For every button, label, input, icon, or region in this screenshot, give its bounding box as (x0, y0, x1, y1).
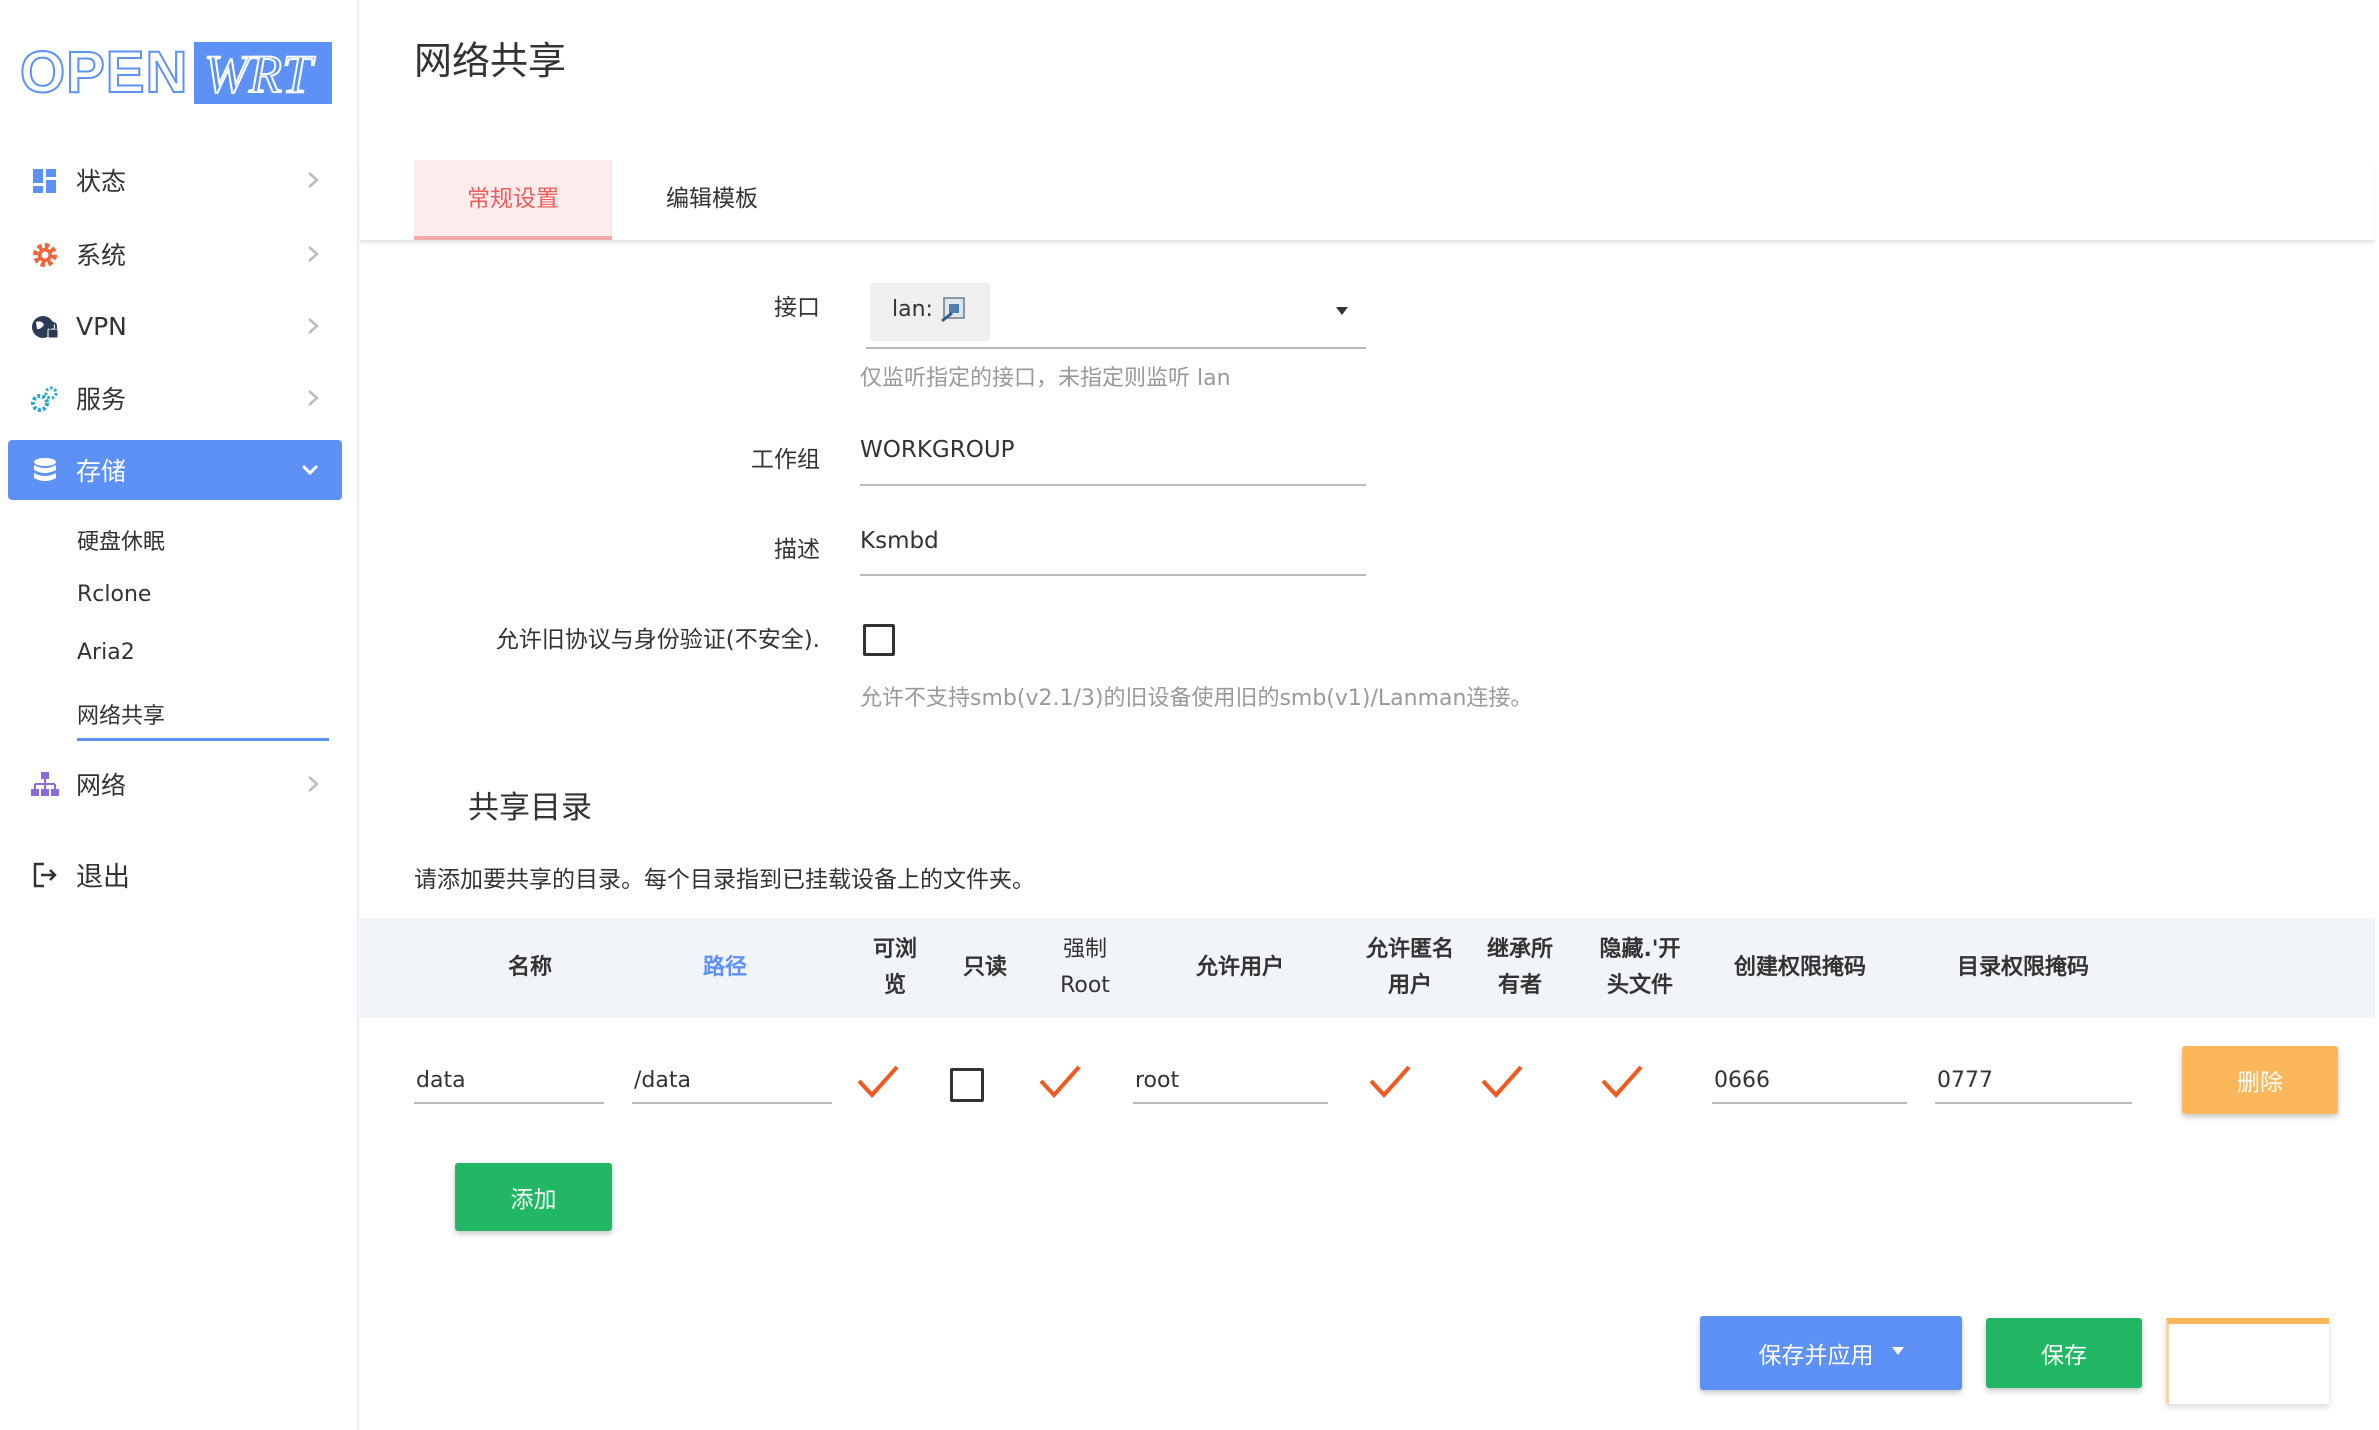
sidebar-item-logout[interactable]: 退出 (8, 844, 342, 904)
sidebar-item-label: VPN (76, 312, 127, 341)
svg-text:WRT: WRT (204, 44, 316, 104)
caret-down-icon (1892, 1347, 1904, 1355)
delete-button[interactable]: 删除 (2182, 1046, 2338, 1114)
share-name-input[interactable]: data (414, 1062, 604, 1104)
save-and-apply-label: 保存并应用 (1759, 1336, 1874, 1370)
create-mask-input[interactable]: 0666 (1712, 1062, 1907, 1104)
sidebar-sub-item-disk-sleep[interactable]: 硬盘休眠 (77, 524, 165, 556)
description-label: 描述 (700, 530, 820, 564)
legacy-auth-label: 允许旧协议与身份验证(不安全). (420, 620, 820, 654)
sidebar-item-status[interactable]: 状态 (8, 150, 342, 210)
sidebar-sub-item-rclone[interactable]: Rclone (77, 582, 151, 607)
sidebar-sub-item-aria2[interactable]: Aria2 (77, 640, 135, 665)
chevron-right-icon (306, 388, 320, 408)
allowed-users-input[interactable]: root (1133, 1062, 1328, 1104)
database-icon (30, 456, 60, 486)
browseable-checkmark-icon[interactable] (856, 1064, 900, 1100)
sidebar-item-label: 网络 (76, 766, 126, 802)
tab-edit-template[interactable]: 编辑模板 (612, 160, 812, 240)
tab-bar: 常规设置 编辑模板 (360, 160, 2375, 242)
column-header-path[interactable]: 路径 (630, 950, 820, 986)
sidebar-item-services[interactable]: 服务 (8, 368, 342, 428)
logout-icon (30, 860, 60, 890)
add-button[interactable]: 添加 (455, 1163, 612, 1231)
tab-general-settings[interactable]: 常规设置 (414, 160, 612, 240)
sidebar-item-label: 系统 (76, 236, 126, 272)
sidebar: OPEN WRT 状态 系统 VPN (0, 0, 359, 1430)
chevron-right-icon (306, 316, 320, 336)
sidebar-item-vpn[interactable]: VPN (8, 296, 342, 356)
legacy-auth-help: 允许不支持smb(v2.1/3)的旧设备使用旧的smb(v1)/Lanman连接… (860, 680, 1532, 712)
reset-button-partial[interactable] (2166, 1318, 2329, 1404)
dir-mask-input[interactable]: 0777 (1935, 1062, 2132, 1104)
sidebar-item-label: 存储 (76, 452, 126, 488)
legacy-auth-checkbox[interactable] (863, 624, 895, 656)
description-underline (860, 574, 1366, 576)
column-header-create-mask[interactable]: 创建权限掩码 (1700, 950, 1900, 986)
force-root-checkmark-icon[interactable] (1038, 1064, 1082, 1100)
column-header-guest[interactable]: 允许匿名 用户 (1350, 932, 1470, 1004)
network-port-icon (938, 295, 968, 325)
openwrt-logo[interactable]: OPEN WRT (18, 40, 333, 104)
guest-checkmark-icon[interactable] (1368, 1064, 1412, 1100)
column-header-read-only[interactable]: 只读 (945, 950, 1025, 986)
share-path-input[interactable]: /data (632, 1062, 832, 1104)
column-header-hide-dot-files[interactable]: 隐藏.'开 头文件 (1580, 932, 1700, 1004)
interface-chip: lan: (870, 283, 990, 341)
chevron-right-icon (306, 170, 320, 190)
workgroup-underline (860, 484, 1366, 486)
section-description: 请添加要共享的目录。每个目录指到已挂载设备上的文件夹。 (414, 860, 1035, 894)
globe-lock-icon (30, 312, 60, 342)
save-button[interactable]: 保存 (1986, 1318, 2142, 1388)
chevron-down-icon (300, 463, 320, 477)
inherit-owner-checkmark-icon[interactable] (1480, 1064, 1524, 1100)
gear-icon (30, 240, 60, 270)
sitemap-icon (30, 770, 60, 800)
sidebar-sub-item-network-share[interactable]: 网络共享 (77, 698, 329, 741)
save-and-apply-button[interactable]: 保存并应用 (1700, 1316, 1962, 1390)
table-header: 名称 路径 可浏 览 只读 强制 Root 允许用户 允许匿名 用户 继承所 有… (360, 918, 2375, 1018)
sidebar-item-label: 退出 (76, 855, 130, 894)
column-header-inherit-owner[interactable]: 继承所 有者 (1470, 932, 1570, 1004)
workgroup-input[interactable]: WORKGROUP (860, 437, 1015, 463)
read-only-checkbox[interactable] (950, 1068, 984, 1102)
workgroup-label: 工作组 (700, 440, 820, 474)
description-input[interactable]: Ksmbd (860, 528, 939, 554)
chevron-right-icon (306, 244, 320, 264)
sidebar-item-network[interactable]: 网络 (8, 754, 342, 814)
svg-text:OPEN: OPEN (20, 40, 188, 104)
column-header-allowed-users[interactable]: 允许用户 (1140, 950, 1340, 986)
sidebar-item-system[interactable]: 系统 (8, 224, 342, 284)
dashboard-icon (30, 166, 60, 196)
interface-help: 仅监听指定的接口，未指定则监听 lan (860, 360, 1231, 392)
column-header-browseable[interactable]: 可浏 览 (855, 932, 935, 1004)
column-header-name[interactable]: 名称 (440, 950, 620, 986)
column-header-dir-mask[interactable]: 目录权限掩码 (1923, 950, 2123, 986)
interface-value: lan: (892, 297, 933, 322)
hide-dot-files-checkmark-icon[interactable] (1600, 1064, 1644, 1100)
section-title: 共享目录 (468, 782, 592, 827)
chevron-down-icon (1336, 307, 1348, 315)
sidebar-item-label: 状态 (76, 162, 126, 198)
gears-icon (30, 384, 60, 414)
sidebar-item-label: 服务 (76, 380, 126, 416)
chevron-right-icon (306, 774, 320, 794)
interface-select[interactable]: lan: (866, 283, 1366, 349)
page-title: 网络共享 (414, 30, 566, 85)
sidebar-item-storage[interactable]: 存储 (8, 440, 342, 500)
column-header-force-root[interactable]: 强制 Root (1035, 932, 1135, 1004)
interface-label: 接口 (700, 288, 820, 322)
